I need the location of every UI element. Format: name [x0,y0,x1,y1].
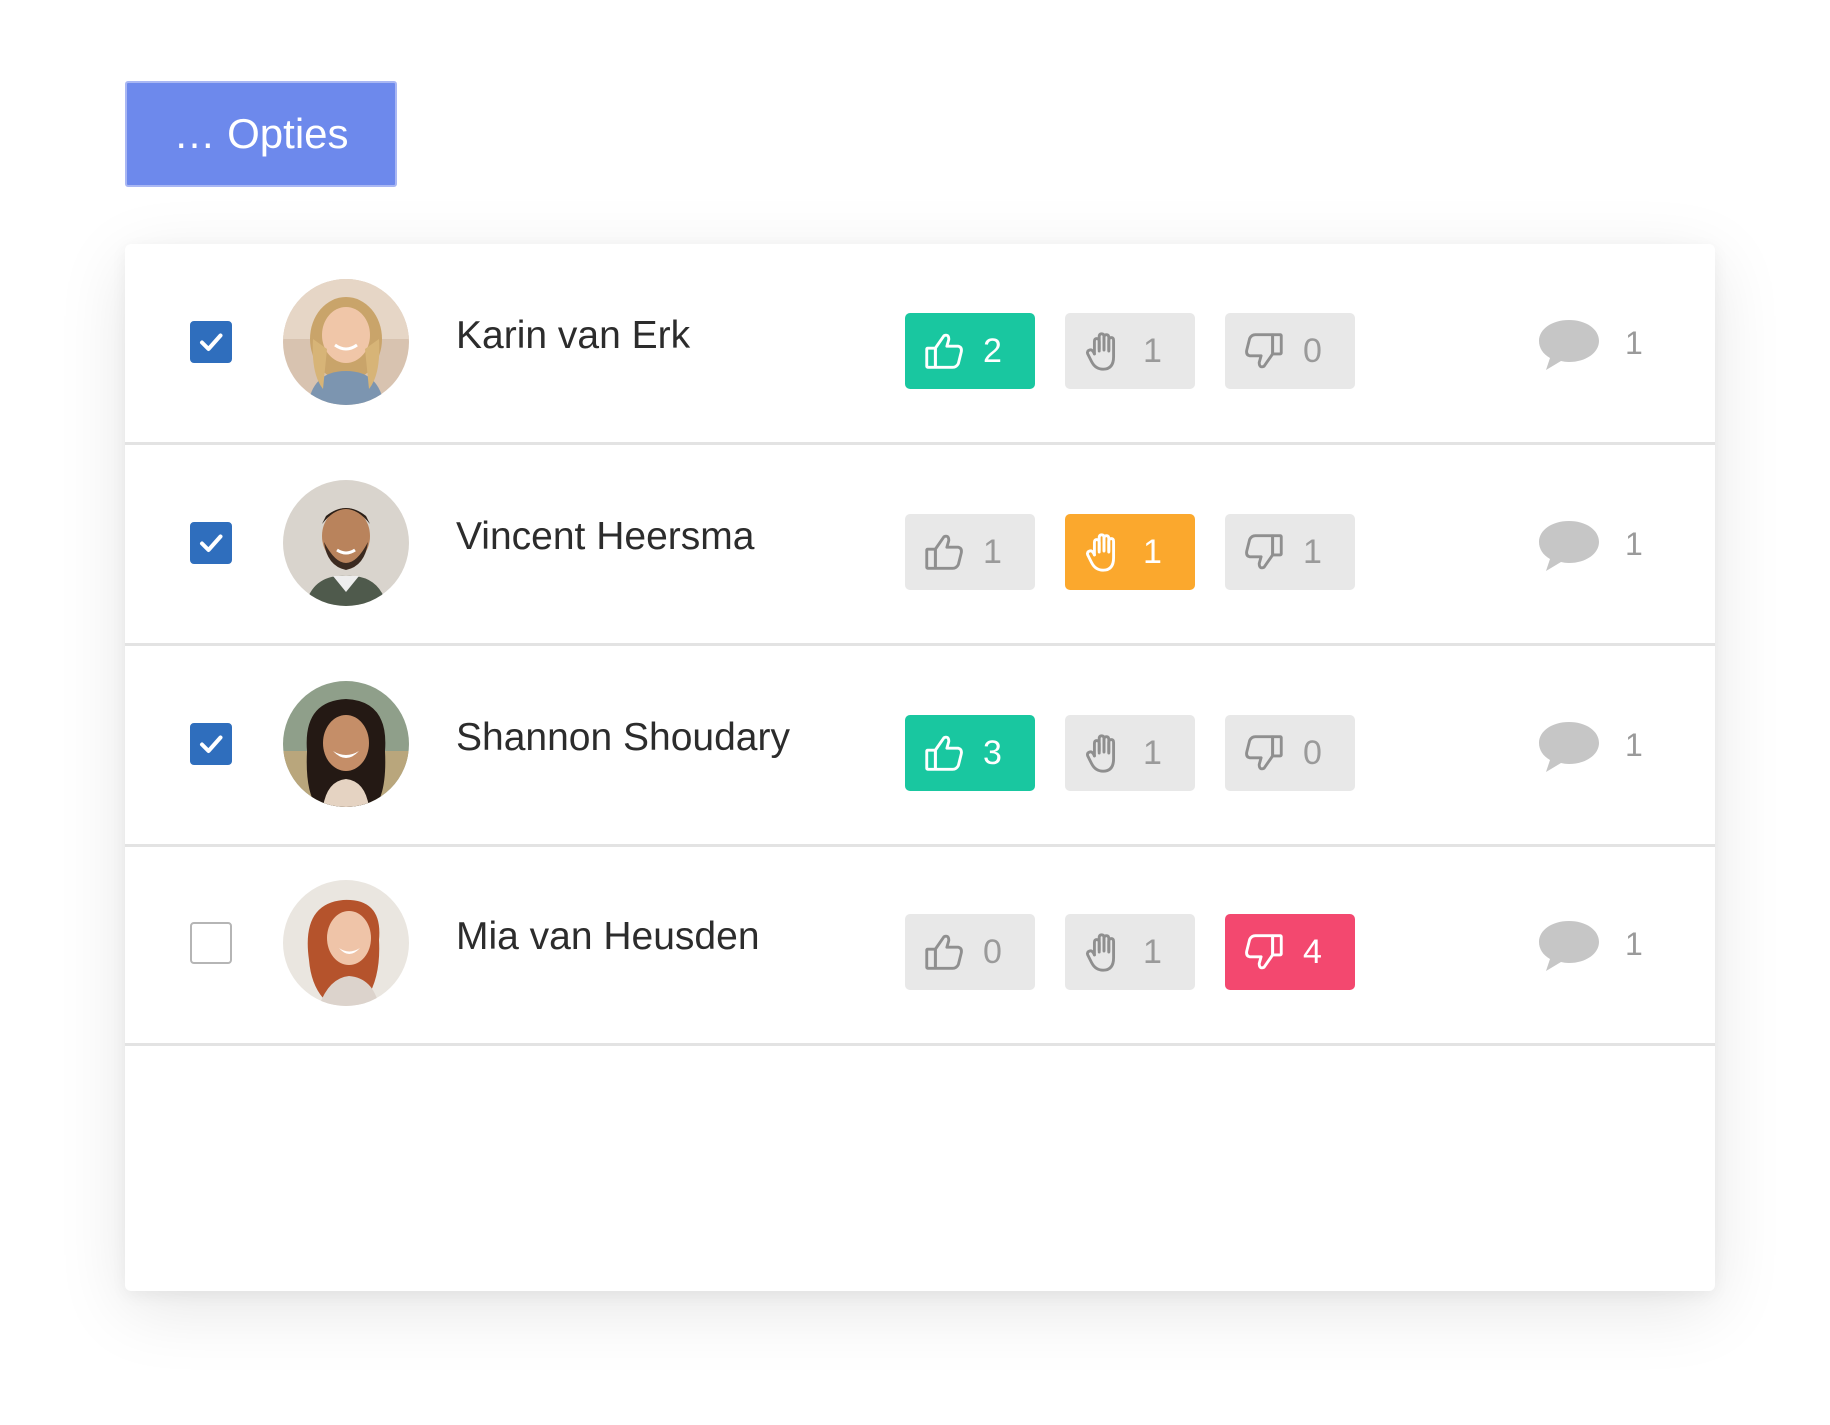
participant-name: Shannon Shoudary [456,716,790,759]
checkmark-icon [200,735,223,753]
thumbs-down-button[interactable]: 0 [1225,313,1355,389]
participant-row: Vincent Heersma 1 1 1 1 [125,445,1715,646]
raise-hand-button[interactable]: 1 [1065,313,1195,389]
thumbs-down-count: 1 [1303,533,1322,571]
participants-card: Karin van Erk 2 1 0 1 Vincent Heersma 1 … [125,244,1715,1291]
avatar [283,681,409,807]
participant-row: Karin van Erk 2 1 0 1 [125,244,1715,445]
thumbs-down-count: 4 [1303,933,1322,971]
speech-bubble-icon [1536,518,1602,574]
page: … Opties Karin van Erk 2 1 0 1 Vincent H… [0,0,1830,1425]
thumbs-up-count: 3 [983,734,1002,772]
thumbs-down-count: 0 [1303,734,1322,772]
participant-name: Karin van Erk [456,314,691,357]
hand-icon [1081,929,1127,975]
hand-icon [1081,529,1127,575]
comment-count: 1 [1625,526,1643,562]
checkmark-icon [200,534,223,552]
thumbs-down-button[interactable]: 1 [1225,514,1355,590]
row-checkbox[interactable] [190,321,232,363]
thumbs-up-button[interactable]: 1 [905,514,1035,590]
thumbs-up-button[interactable]: 3 [905,715,1035,791]
thumbs-down-icon [1241,929,1287,975]
row-checkbox[interactable] [190,522,232,564]
options-button[interactable]: … Opties [125,81,397,187]
thumbs-down-icon [1241,529,1287,575]
row-checkbox[interactable] [190,723,232,765]
thumbs-up-button[interactable]: 2 [905,313,1035,389]
comments-button[interactable]: 1 [1536,918,1656,978]
hand-count: 1 [1143,734,1162,772]
comments-button[interactable]: 1 [1536,719,1656,779]
thumbs-up-icon [921,929,967,975]
hand-count: 1 [1143,533,1162,571]
thumbs-down-icon [1241,730,1287,776]
thumbs-up-count: 1 [983,533,1002,571]
participant-row: Shannon Shoudary 3 1 0 1 [125,646,1715,847]
comment-count: 1 [1625,727,1643,763]
thumbs-down-button[interactable]: 4 [1225,914,1355,990]
thumbs-down-count: 0 [1303,332,1322,370]
thumbs-up-icon [921,328,967,374]
comments-button[interactable]: 1 [1536,518,1656,578]
thumbs-up-button[interactable]: 0 [905,914,1035,990]
hand-count: 1 [1143,933,1162,971]
avatar [283,880,409,1006]
speech-bubble-icon [1536,719,1602,775]
checkmark-icon [200,333,223,351]
thumbs-up-count: 0 [983,933,1002,971]
speech-bubble-icon [1536,317,1602,373]
hand-count: 1 [1143,332,1162,370]
thumbs-down-icon [1241,328,1287,374]
thumbs-down-button[interactable]: 0 [1225,715,1355,791]
raise-hand-button[interactable]: 1 [1065,514,1195,590]
avatar [283,279,409,405]
thumbs-up-icon [921,730,967,776]
comment-count: 1 [1625,325,1643,361]
row-checkbox[interactable] [190,922,232,964]
raise-hand-button[interactable]: 1 [1065,715,1195,791]
speech-bubble-icon [1536,918,1602,974]
raise-hand-button[interactable]: 1 [1065,914,1195,990]
participant-name: Vincent Heersma [456,515,755,558]
comment-count: 1 [1625,926,1643,962]
hand-icon [1081,328,1127,374]
participant-row: Mia van Heusden 0 1 4 1 [125,845,1715,1046]
comments-button[interactable]: 1 [1536,317,1656,377]
thumbs-up-count: 2 [983,332,1002,370]
hand-icon [1081,730,1127,776]
participant-name: Mia van Heusden [456,915,760,958]
avatar [283,480,409,606]
thumbs-up-icon [921,529,967,575]
